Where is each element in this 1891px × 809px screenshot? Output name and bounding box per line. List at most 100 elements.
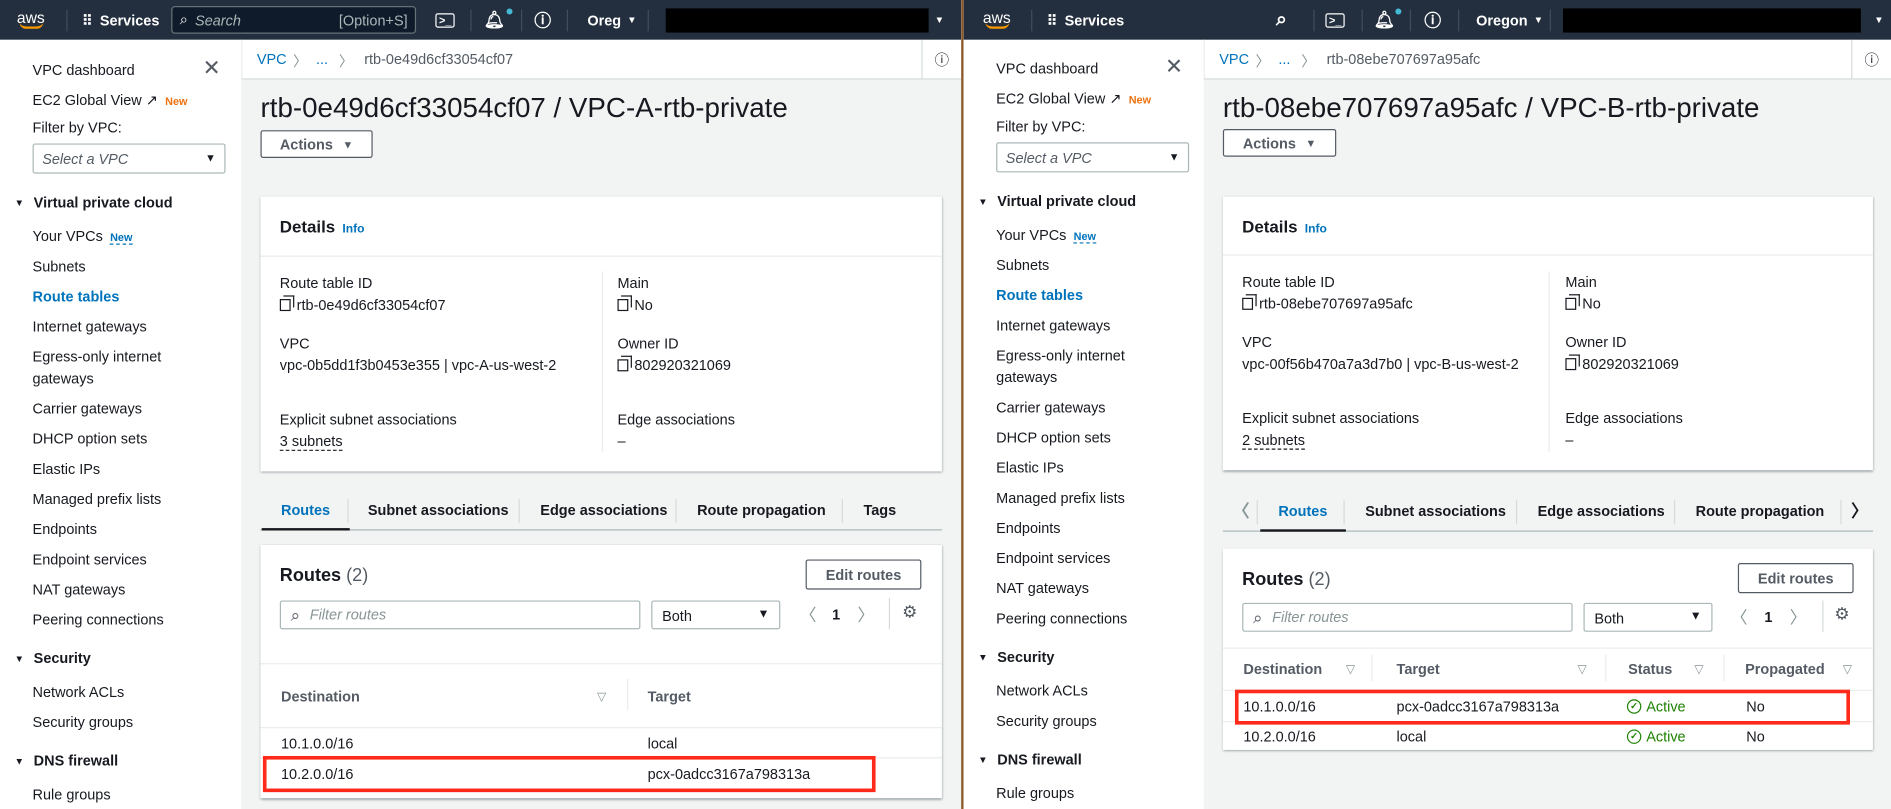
subnet-associations[interactable]: 2 subnets [1242,432,1305,450]
close-icon[interactable]: ✕ [1165,54,1183,79]
services-menu[interactable]: ⠿ Services [82,0,159,40]
tab-subnet-associations[interactable]: Subnet associations [368,502,509,531]
help-icon[interactable]: ⓘ [534,0,551,40]
vpc-link[interactable]: vpc-00f56b470a7a3d7b0 | vpc-B-us-west-2 [1242,356,1518,373]
breadcrumb-ellipsis[interactable]: ... [1278,51,1290,68]
nav-endpoints[interactable]: Endpoints [996,517,1060,539]
nav-endpoint-services[interactable]: Endpoint services [33,549,147,571]
actions-button[interactable]: Actions ▼ [1222,129,1337,157]
copy-icon[interactable] [1565,354,1580,371]
region-selector[interactable]: Oregon ▼ [1476,0,1543,40]
info-panel-icon[interactable]: ⓘ [1851,39,1891,80]
nav-endpoints[interactable]: Endpoints [33,518,97,540]
page-number[interactable]: 1 [832,606,840,623]
previous-page-icon[interactable]: 〈 [1731,605,1748,629]
tab-route-propagation[interactable]: Route propagation [1696,503,1825,532]
caret-down-icon[interactable]: ▼ [935,0,945,40]
breadcrumb-vpc[interactable]: VPC [1219,51,1249,68]
nav-route-tables[interactable]: Route tables [996,285,1083,307]
nav-elastic-ips[interactable]: Elastic IPs [996,457,1064,479]
previous-page-icon[interactable]: 〈 [800,603,817,627]
nav-security-groups[interactable]: Security groups [33,711,134,733]
filter-routes-input[interactable]: ⌕ Filter routes [279,600,641,630]
section-security[interactable]: Security [14,650,91,667]
nav-egress-only-internet-gateways[interactable]: Egress-only internet gateways [33,346,162,389]
actions-button[interactable]: Actions ▼ [260,130,373,158]
nav-peering-connections[interactable]: Peering connections [996,608,1127,630]
tab-edge-associations[interactable]: Edge associations [1538,503,1665,532]
bell-icon[interactable]: 🔔︎ [484,0,505,40]
search-input[interactable]: ⌕ Search [Option+S] [171,6,417,34]
nav-subnets[interactable]: Subnets [33,256,86,278]
section-virtual-private-cloud[interactable]: Virtual private cloud [14,194,173,211]
info-link[interactable]: Info [342,223,364,236]
account-menu-redacted[interactable] [1562,8,1861,33]
tab-route-propagation[interactable]: Route propagation [697,502,826,531]
nav-subnets[interactable]: Subnets [996,254,1049,276]
copy-icon[interactable] [1242,294,1257,310]
vpc-filter-select[interactable]: Select a VPC [32,143,226,174]
subnet-associations-value[interactable]: 2 subnets [1242,432,1305,450]
page-number[interactable]: 1 [1764,609,1772,626]
vpc-filter-select[interactable]: Select a VPC [996,142,1190,173]
section-dns-firewall[interactable]: DNS firewall [978,751,1081,768]
caret-down-icon[interactable]: ▼ [1874,0,1884,40]
nav-nat-gateways[interactable]: NAT gateways [996,578,1089,600]
tab-routes[interactable]: Routes [261,502,350,531]
sort-icon[interactable]: ▽ [1843,663,1852,676]
cloudshell-icon[interactable]: >_ [1325,0,1346,40]
breadcrumb-ellipsis[interactable]: ... [316,51,328,68]
column-header-status[interactable]: Status [1628,661,1672,678]
aws-logo[interactable]: aws [17,0,45,40]
info-link[interactable]: Info [1305,223,1327,236]
nav-nat-gateways[interactable]: NAT gateways [33,579,126,601]
column-header-propagated[interactable]: Propagated [1745,661,1825,678]
next-page-icon[interactable]: 〉 [1790,605,1807,629]
nav-internet-gateways[interactable]: Internet gateways [996,315,1110,337]
tab-routes[interactable]: Routes [1260,503,1346,532]
region-selector[interactable]: Oreg ▼ [587,0,636,40]
close-icon[interactable]: ✕ [203,55,221,80]
column-header-destination[interactable]: Destination [1243,661,1322,678]
tab-tags[interactable]: Tags [863,502,896,531]
sort-icon[interactable]: ▽ [1694,663,1703,676]
section-security[interactable]: Security [978,649,1054,666]
sort-icon[interactable]: ▽ [597,691,606,704]
nav-your-vpcs[interactable]: Your VPCs New [996,224,1096,247]
nav-dhcp-option-sets[interactable]: DHCP option sets [33,428,148,450]
info-panel-icon[interactable]: ⓘ [921,39,961,80]
breadcrumb-vpc[interactable]: VPC [257,51,287,68]
nav-network-acls[interactable]: Network ACLs [996,680,1088,702]
nav-rule-groups[interactable]: Rule groups [33,784,111,806]
aws-logo[interactable]: aws [983,0,1011,40]
filter-routes-input[interactable]: ⌕ Filter routes [1242,602,1573,632]
services-menu[interactable]: ⠿ Services [1047,0,1124,40]
nav-internet-gateways[interactable]: Internet gateways [33,316,147,338]
sort-icon[interactable]: ▽ [1346,663,1355,676]
copy-icon[interactable] [617,295,632,312]
vpc-link[interactable]: vpc-0b5dd1f3b0453e355 | vpc-A-us-west-2 [280,357,556,374]
nav-ec2-global-view[interactable]: EC2 Global View ↗ New [33,89,188,112]
subnet-associations[interactable]: 3 subnets [279,433,343,451]
nav-rule-groups[interactable]: Rule groups [996,782,1074,804]
copy-icon[interactable] [617,355,632,372]
nav-egress-only-internet-gateways[interactable]: Egress-only internet gateways [996,345,1125,388]
edit-routes-button[interactable]: Edit routes [1737,563,1854,594]
nav-carrier-gateways[interactable]: Carrier gateways [33,398,142,420]
gear-icon[interactable]: ⚙ [902,602,917,622]
nav-route-tables[interactable]: Route tables [33,286,120,308]
nav-security-groups[interactable]: Security groups [996,710,1097,732]
nav-carrier-gateways[interactable]: Carrier gateways [996,397,1105,419]
next-page-icon[interactable]: 〉 [857,603,874,627]
cloudshell-icon[interactable]: >_ [435,0,455,40]
sort-icon[interactable]: ▽ [1577,663,1586,676]
nav-network-acls[interactable]: Network ACLs [33,681,125,703]
gear-icon[interactable]: ⚙ [1834,604,1849,624]
section-dns-firewall[interactable]: DNS firewall [14,752,118,769]
nav-elastic-ips[interactable]: Elastic IPs [33,458,101,480]
search-icon[interactable]: ⌕ [1276,0,1287,40]
section-virtual-private-cloud[interactable]: Virtual private cloud [978,193,1136,210]
route-type-select[interactable]: Both [1583,602,1713,632]
route-type-select[interactable]: Both [651,600,781,630]
edit-routes-button[interactable]: Edit routes [805,559,922,590]
